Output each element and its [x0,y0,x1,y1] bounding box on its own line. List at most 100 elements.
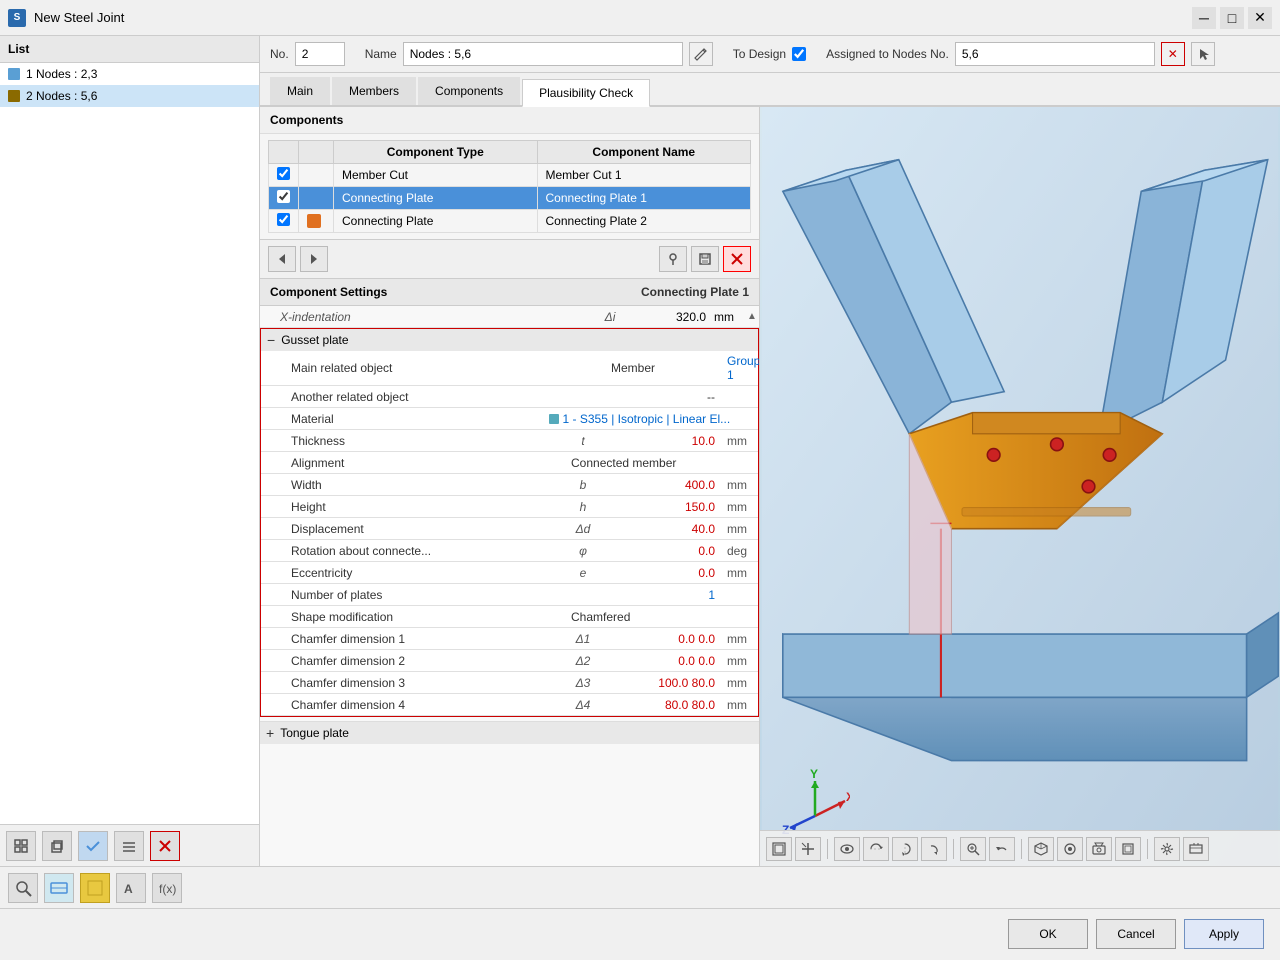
toolbar-btn-1[interactable] [6,831,36,861]
vp-btn-rotate-x[interactable] [863,837,889,861]
row2-checkbox[interactable] [277,190,290,203]
row3-name: Connecting Plate 2 [537,210,750,233]
cursor-icon [1196,47,1210,61]
save-button[interactable] [691,246,719,272]
table-row[interactable]: Connecting Plate Connecting Plate 1 [269,187,751,210]
assigned-edit-button[interactable] [1191,42,1215,66]
row-thickness-symbol: t [563,431,603,451]
toolbar-btn-2[interactable] [42,831,72,861]
name-input[interactable] [403,42,683,66]
status-btn-4[interactable]: A [116,873,146,903]
tab-main[interactable]: Main [270,77,330,105]
formula-icon: f(x) [158,879,176,897]
list-item-1[interactable]: 1 Nodes : 2,3 [0,63,259,85]
delete-button[interactable] [723,246,751,272]
tab-members[interactable]: Members [332,77,416,105]
table-row[interactable]: Member Cut Member Cut 1 [269,164,751,187]
list-item-2[interactable]: 2 Nodes : 5,6 [0,85,259,107]
row-numplates-value[interactable]: 1 [603,585,723,605]
settings-row[interactable]: Alignment Connected member [261,452,758,474]
settings-row[interactable]: Width b 400.0 mm [261,474,758,496]
settings-row[interactable]: Number of plates 1 [261,584,758,606]
vp-btn-zoom[interactable] [960,837,986,861]
row-displacement-unit: mm [723,519,758,539]
settings-row[interactable]: Chamfer dimension 1 Δ1 0.0 0.0 mm [261,628,758,650]
tabs-bar: Main Members Components Plausibility Che… [260,73,1280,107]
vp-btn-camera[interactable] [1086,837,1112,861]
status-toolbar: A f(x) [0,866,1280,908]
settings-row[interactable]: Chamfer dimension 2 Δ2 0.0 0.0 mm [261,650,758,672]
settings-row[interactable]: Another related object -- [261,386,758,408]
ok-button[interactable]: OK [1008,919,1088,949]
vp-btn-render[interactable] [1057,837,1083,861]
toolbar-btn-4[interactable] [114,831,144,861]
tongue-plate-header[interactable]: + Tongue plate [260,721,759,744]
row-material-value[interactable]: 1 - S355 | Isotropic | Linear El... [563,412,731,426]
vp-btn-select[interactable] [766,837,792,861]
component-settings: Component Settings Connecting Plate 1 X-… [260,279,759,866]
row3-check[interactable] [269,210,299,233]
status-btn-3[interactable] [80,873,110,903]
status-btn-5[interactable]: f(x) [152,873,182,903]
row-another-symbol [563,394,603,400]
table-row[interactable]: Connecting Plate Connecting Plate 2 [269,210,751,233]
tab-components[interactable]: Components [418,77,520,105]
settings-row[interactable]: Main related object Member Group 1 [261,351,758,386]
tongue-expand-icon: + [266,725,274,741]
x-icon [730,252,744,266]
vp-divider-4 [1147,839,1148,859]
cancel-button[interactable]: Cancel [1096,919,1176,949]
settings-row[interactable]: Thickness t 10.0 mm [261,430,758,452]
minimize-button[interactable]: ─ [1192,7,1216,29]
maximize-button[interactable]: □ [1220,7,1244,29]
vp-btn-frame[interactable] [1115,837,1141,861]
row2-check[interactable] [269,187,299,210]
tab-plausibility[interactable]: Plausibility Check [522,79,650,107]
no-field-group: No. [270,42,345,66]
row-thickness-label: Thickness [261,431,563,451]
settings-row[interactable]: Height h 150.0 mm [261,496,758,518]
settings-row[interactable]: Shape modification Chamfered [261,606,758,628]
row-chamfer4-label: Chamfer dimension 4 [261,695,563,715]
tongue-plate-title: Tongue plate [280,726,349,740]
to-design-checkbox[interactable] [792,47,806,61]
settings-row[interactable]: Eccentricity e 0.0 mm [261,562,758,584]
row-main-related-extra[interactable]: Group 1 [723,351,758,385]
vp-btn-view1[interactable] [795,837,821,861]
settings-row[interactable]: Rotation about connecte... φ 0.0 deg [261,540,758,562]
vp-btn-eye[interactable] [834,837,860,861]
camera-icon [1092,842,1106,856]
row1-checkbox[interactable] [277,167,290,180]
vp-btn-settings[interactable] [1154,837,1180,861]
apply-button[interactable]: Apply [1184,919,1264,949]
toolbar-group-right [659,246,751,272]
vp-btn-rotate-y[interactable] [892,837,918,861]
vp-btn-cube[interactable] [1028,837,1054,861]
vp-btn-info[interactable] [1183,837,1209,861]
components-section-title: Components [260,107,759,134]
settings-row[interactable]: Displacement Δd 40.0 mm [261,518,758,540]
status-btn-2[interactable] [44,873,74,903]
settings-row[interactable]: Chamfer dimension 3 Δ3 100.0 80.0 mm [261,672,758,694]
prev-button[interactable] [268,246,296,272]
vp-btn-rotate-z[interactable] [921,837,947,861]
assigned-input[interactable] [955,42,1155,66]
edit-button[interactable] [689,42,713,66]
pin-button[interactable] [659,246,687,272]
row3-checkbox[interactable] [277,213,290,226]
gusset-plate-header[interactable]: − Gusset plate [260,328,759,351]
row-height-symbol: h [563,497,603,517]
toolbar-btn-3[interactable] [78,831,108,861]
row-chamfer1-label: Chamfer dimension 1 [261,629,563,649]
row1-check[interactable] [269,164,299,187]
toolbar-btn-delete[interactable] [150,831,180,861]
next-button[interactable] [300,246,328,272]
close-button[interactable]: ✕ [1248,7,1272,29]
no-input[interactable] [295,42,345,66]
assigned-clear-button[interactable]: ✕ [1161,42,1185,66]
settings-row[interactable]: Material 1 - S355 | Isotropic | Linear E… [261,408,758,430]
row-main-related-label: Main related object [261,358,563,378]
vp-btn-undo[interactable] [989,837,1015,861]
settings-row[interactable]: Chamfer dimension 4 Δ4 80.0 80.0 mm [261,694,758,716]
status-btn-1[interactable] [8,873,38,903]
